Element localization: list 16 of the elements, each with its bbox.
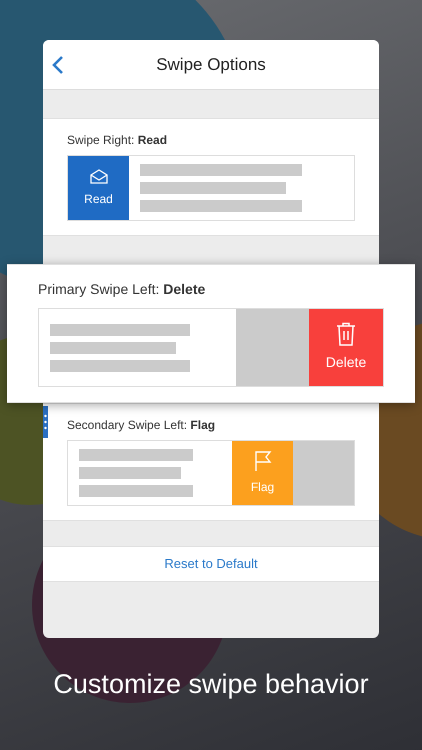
swipe-preview[interactable]: Read bbox=[67, 155, 355, 221]
screen-title: Swipe Options bbox=[156, 54, 266, 76]
option-label: Secondary Swipe Left: Flag bbox=[67, 417, 216, 434]
envelope-icon bbox=[88, 168, 108, 184]
action-label: Delete bbox=[326, 353, 366, 372]
swipe-preview[interactable]: Delete bbox=[38, 308, 384, 387]
trash-icon bbox=[336, 322, 356, 346]
option-label: Swipe Right: Read bbox=[67, 132, 168, 149]
action-label: Flag bbox=[250, 479, 274, 496]
drag-handle-icon[interactable] bbox=[43, 406, 48, 438]
option-label: Primary Swipe Left: Delete bbox=[38, 280, 206, 299]
reset-button[interactable]: Reset to Default bbox=[164, 554, 258, 574]
caption: Customize swipe behavior bbox=[52, 668, 370, 701]
empty-action-slot bbox=[293, 441, 354, 505]
action-label: Read bbox=[84, 191, 113, 208]
flag-icon bbox=[254, 450, 272, 472]
